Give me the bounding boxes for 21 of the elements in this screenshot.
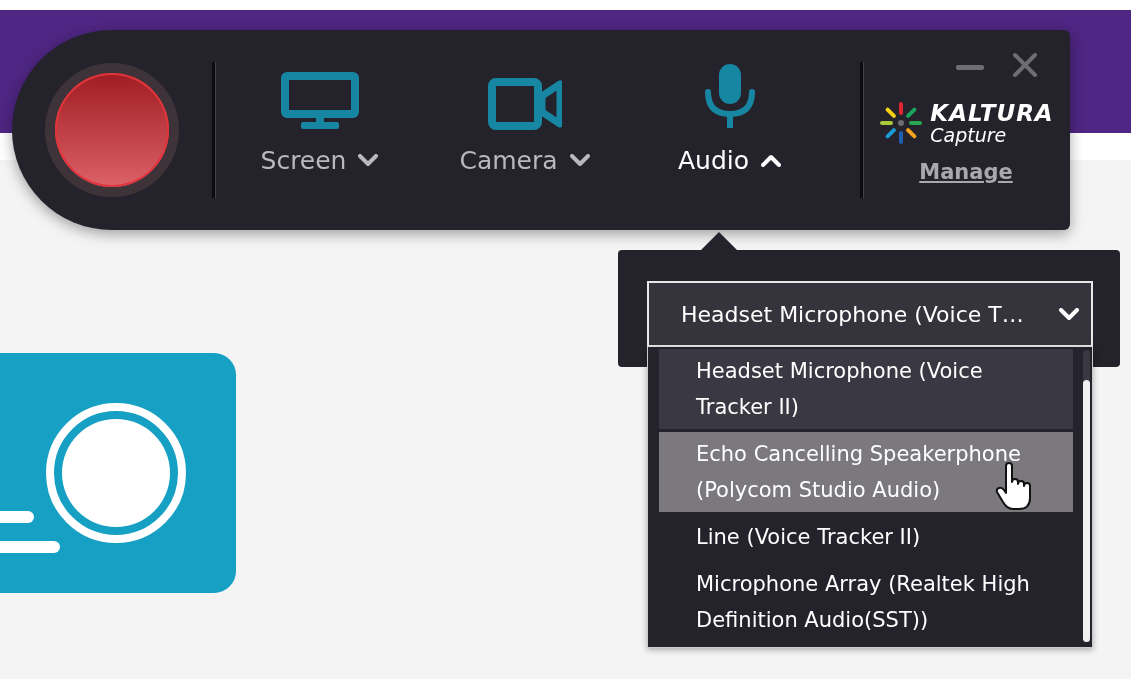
logo-name: KALTURA	[930, 101, 1054, 125]
microphone-select[interactable]: Headset Microphone (Voice T…	[647, 281, 1093, 347]
manage-link[interactable]: Manage	[919, 160, 1013, 184]
chevron-down-icon	[1059, 307, 1079, 321]
dropdown-option[interactable]: Echo Cancelling Speakerphone (Polycom Studio Audio)	[659, 432, 1073, 512]
scrollbar[interactable]	[1083, 350, 1090, 642]
starburst-logo-icon	[878, 100, 925, 146]
source-button[interactable]: Camera	[422, 30, 627, 230]
monitor-icon	[280, 72, 359, 130]
dropdown-option[interactable]: Line (Voice Tracker II)	[659, 515, 1073, 559]
dropdown-option[interactable]: Microphone Array (Realtek High Definition Audio(SST))	[659, 562, 1073, 642]
chevron-up-icon	[761, 154, 782, 167]
source-button[interactable]: Screen	[217, 30, 422, 230]
close-icon[interactable]	[1012, 51, 1038, 78]
minimize-icon[interactable]	[956, 64, 984, 71]
dropdown-option[interactable]: Headset Microphone (Voice Tracker II)	[659, 349, 1073, 429]
chevron-down-icon	[569, 154, 590, 167]
chevron-down-icon	[358, 154, 379, 167]
logo-product: Capture	[930, 125, 1008, 145]
source-button[interactable]: Audio	[627, 30, 832, 230]
video-camera-icon	[487, 78, 562, 130]
